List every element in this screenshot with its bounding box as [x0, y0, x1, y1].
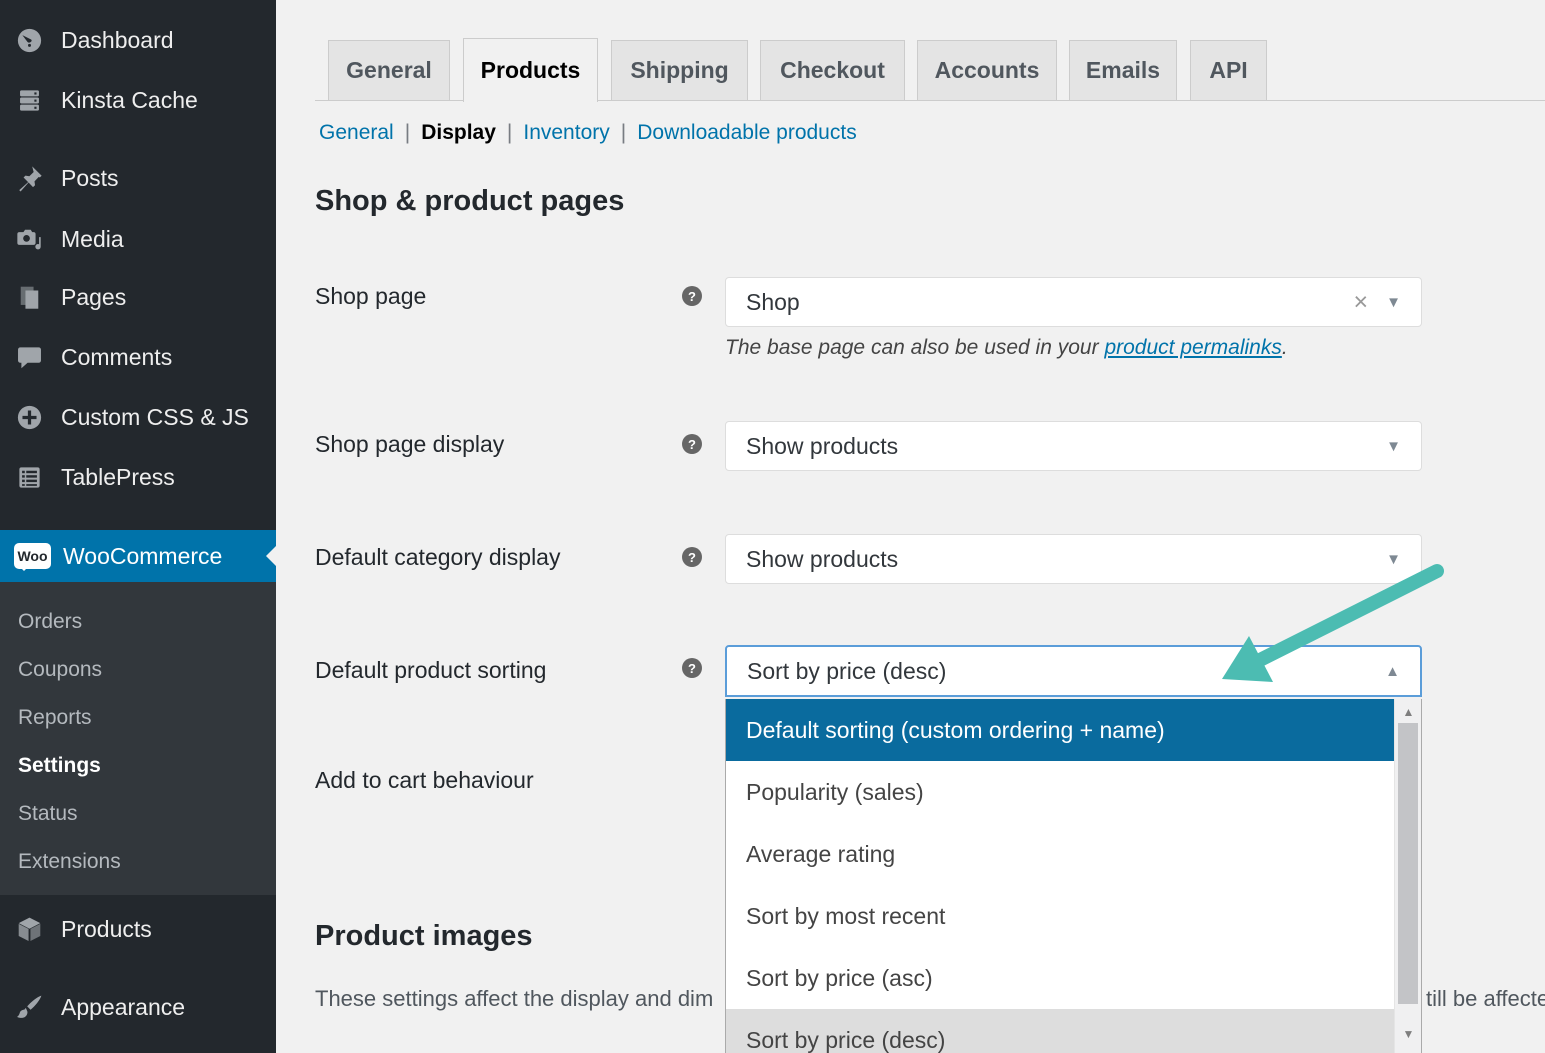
box-icon — [14, 914, 44, 944]
submenu-item-status[interactable]: Status — [0, 790, 276, 838]
scroll-down-icon[interactable]: ▼ — [1395, 1023, 1422, 1045]
helper-suffix: . — [1282, 336, 1288, 359]
sidebar-item-posts[interactable]: Posts — [0, 154, 276, 202]
tab-products[interactable]: Products — [463, 38, 598, 102]
option-popularity[interactable]: Popularity (sales) — [726, 761, 1395, 823]
section-title-product-images: Product images — [315, 920, 533, 953]
tab-emails[interactable]: Emails — [1069, 40, 1177, 100]
help-icon[interactable]: ? — [682, 547, 702, 567]
chevron-down-icon: ▼ — [1386, 294, 1401, 311]
sidebar-item-label: WooCommerce — [63, 543, 222, 570]
woocommerce-submenu: Orders Coupons Reports Settings Status E… — [0, 582, 276, 895]
scrollbar-thumb[interactable] — [1398, 723, 1418, 1004]
product-images-description-left: These settings affect the display and di… — [315, 986, 713, 1012]
tab-accounts[interactable]: Accounts — [917, 40, 1057, 100]
sidebar-item-kinsta-cache[interactable]: Kinsta Cache — [0, 76, 276, 124]
sidebar-item-dashboard[interactable]: Dashboard — [0, 16, 276, 64]
sidebar-item-label: Comments — [61, 344, 172, 371]
sidebar-item-label: Products — [61, 916, 152, 943]
sidebar-item-media[interactable]: Media — [0, 215, 276, 263]
submenu-item-extensions[interactable]: Extensions — [0, 838, 276, 886]
subnav-current-display[interactable]: Display — [421, 121, 496, 144]
woocommerce-icon: Woo — [14, 541, 51, 571]
default-product-sorting-value: Sort by price (desc) — [747, 658, 946, 685]
help-icon[interactable]: ? — [682, 286, 702, 306]
sidebar-item-label: TablePress — [61, 464, 175, 491]
plus-circle-icon — [14, 402, 44, 432]
shop-page-select[interactable]: Shop × ▼ — [725, 277, 1422, 327]
default-category-display-value: Show products — [746, 546, 898, 573]
option-default-sorting[interactable]: Default sorting (custom ordering + name) — [726, 699, 1395, 761]
tab-general[interactable]: General — [328, 40, 450, 100]
media-icon — [14, 224, 44, 254]
chevron-down-icon: ▼ — [1386, 551, 1401, 568]
label-shop-page-display: Shop page display — [315, 431, 504, 458]
shop-page-select-value: Shop — [746, 289, 800, 316]
subnav-separator: | — [507, 121, 512, 144]
shop-page-display-value: Show products — [746, 433, 898, 460]
subnav-separator: | — [405, 121, 410, 144]
sorting-options-dropdown: Default sorting (custom ordering + name)… — [725, 699, 1422, 1053]
sidebar-item-label: Dashboard — [61, 27, 174, 54]
option-most-recent[interactable]: Sort by most recent — [726, 885, 1395, 947]
sidebar-item-appearance[interactable]: Appearance — [0, 983, 276, 1031]
tab-shipping[interactable]: Shipping — [611, 40, 748, 100]
tab-checkout[interactable]: Checkout — [760, 40, 905, 100]
label-add-to-cart-behaviour: Add to cart behaviour — [315, 767, 534, 794]
chevron-down-icon: ▼ — [1386, 438, 1401, 455]
settings-content: General Products Shipping Checkout Accou… — [276, 0, 1545, 1053]
sidebar-item-custom-css-js[interactable]: Custom CSS & JS — [0, 393, 276, 441]
table-list-icon — [14, 462, 44, 492]
pages-icon — [14, 282, 44, 312]
chevron-up-icon: ▲ — [1385, 663, 1400, 680]
helper-prefix: The base page can also be used in your — [725, 336, 1104, 359]
submenu-item-reports[interactable]: Reports — [0, 694, 276, 742]
sidebar-item-label: Posts — [61, 165, 119, 192]
sidebar-item-woocommerce[interactable]: Woo WooCommerce — [0, 530, 276, 582]
sidebar-item-products[interactable]: Products — [0, 905, 276, 953]
default-product-sorting-select[interactable]: Sort by price (desc) ▲ — [725, 645, 1422, 697]
product-images-description-right: till be affecte — [1426, 986, 1545, 1012]
scroll-up-icon[interactable]: ▲ — [1395, 701, 1422, 723]
sidebar-item-label: Appearance — [61, 994, 185, 1021]
help-icon[interactable]: ? — [682, 658, 702, 678]
clear-selection-icon[interactable]: × — [1354, 292, 1369, 312]
sidebar-item-tablepress[interactable]: TablePress — [0, 453, 276, 501]
label-default-category-display: Default category display — [315, 544, 560, 571]
subnav-link-inventory[interactable]: Inventory — [523, 121, 609, 144]
sidebar-item-label: Kinsta Cache — [61, 87, 198, 114]
subnav-link-downloadable-products[interactable]: Downloadable products — [637, 121, 856, 144]
option-price-asc[interactable]: Sort by price (asc) — [726, 947, 1395, 1009]
woocommerce-settings-page: Dashboard Kinsta Cache Posts Media Pages — [0, 0, 1545, 1053]
server-icon — [14, 85, 44, 115]
admin-sidebar: Dashboard Kinsta Cache Posts Media Pages — [0, 0, 276, 1053]
products-subnav: General | Display | Inventory | Downloadable p… — [319, 121, 857, 145]
submenu-item-coupons[interactable]: Coupons — [0, 646, 276, 694]
sidebar-item-label: Media — [61, 226, 124, 253]
tab-api[interactable]: API — [1190, 40, 1267, 100]
subnav-separator: | — [621, 121, 626, 144]
dashboard-icon — [14, 25, 44, 55]
shop-page-display-select[interactable]: Show products ▼ — [725, 421, 1422, 471]
dropdown-scrollbar[interactable]: ▲ ▼ — [1394, 699, 1421, 1053]
comment-icon — [14, 342, 44, 372]
default-category-display-select[interactable]: Show products ▼ — [725, 534, 1422, 584]
label-shop-page: Shop page — [315, 283, 426, 310]
subnav-link-general[interactable]: General — [319, 121, 394, 144]
sidebar-item-comments[interactable]: Comments — [0, 333, 276, 381]
brush-icon — [14, 992, 44, 1022]
product-permalinks-link[interactable]: product permalinks — [1104, 336, 1281, 359]
shop-page-helper-text: The base page can also be used in your p… — [725, 336, 1288, 360]
sidebar-item-pages[interactable]: Pages — [0, 273, 276, 321]
pushpin-icon — [14, 163, 44, 193]
label-default-product-sorting: Default product sorting — [315, 657, 546, 684]
option-average-rating[interactable]: Average rating — [726, 823, 1395, 885]
option-price-desc[interactable]: Sort by price (desc) — [726, 1009, 1395, 1053]
section-title-shop-product-pages: Shop & product pages — [315, 185, 624, 218]
submenu-item-settings[interactable]: Settings — [0, 742, 276, 790]
sidebar-item-label: Custom CSS & JS — [61, 404, 249, 431]
sidebar-item-label: Pages — [61, 284, 126, 311]
submenu-item-orders[interactable]: Orders — [0, 598, 276, 646]
help-icon[interactable]: ? — [682, 434, 702, 454]
